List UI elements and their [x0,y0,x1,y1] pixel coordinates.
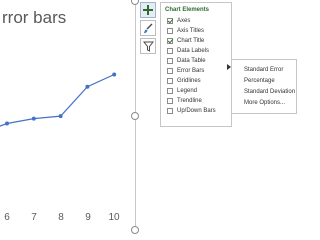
checkbox-data-table[interactable] [167,57,173,64]
filter-icon [142,41,154,52]
resize-handle-middle-right[interactable] [131,112,139,120]
checkbox-axes[interactable] [167,17,173,24]
option-label: Data Table [177,57,206,64]
option-axes[interactable]: Axes [167,16,190,25]
checkbox-up-down-bars[interactable] [167,107,173,114]
option-gridlines[interactable]: Gridlines [167,76,201,85]
checkbox-data-labels[interactable] [167,47,173,54]
option-label: Axes [177,17,191,24]
option-label: Gridlines [177,77,201,84]
resize-handle-bottom-right[interactable] [131,226,139,234]
data-point-marker[interactable] [112,72,117,77]
checkbox-legend[interactable] [167,87,173,94]
option-label: Error Bars [177,67,205,74]
x-tick-label: 9 [85,212,91,223]
option-error-bars[interactable]: Error Bars [167,66,204,75]
x-tick-label: 7 [31,212,37,223]
x-tick-label: 6 [4,212,10,223]
submenu-item-more-options[interactable]: More Options... [244,100,285,106]
series-line [0,73,115,127]
option-label: Axis Titles [177,27,205,34]
option-axis-titles[interactable]: Axis Titles [167,26,204,35]
submenu-item-standard-error[interactable]: Standard Error [244,67,283,73]
submenu-item-percentage[interactable]: Percentage [244,78,275,84]
chart-elements-panel: Chart Elements Axes Axis Titles Chart Ti… [160,2,232,127]
x-tick-label: 8 [58,212,64,223]
data-point-marker[interactable] [31,116,36,121]
paintbrush-icon [143,23,152,33]
resize-handle-top-right[interactable] [131,0,139,5]
checkbox-axis-titles[interactable] [167,27,173,34]
option-label: Data Labels [177,47,210,54]
chart-styles-button[interactable] [140,20,156,36]
option-label: Up/Down Bars [177,107,216,114]
checkbox-error-bars[interactable] [167,67,173,74]
option-trendline[interactable]: Trendline [167,96,202,105]
line-chart-plot [0,72,117,127]
submenu-item-standard-deviation[interactable]: Standard Deviation [244,89,295,95]
option-data-labels[interactable]: Data Labels [167,46,209,55]
checkbox-chart-title[interactable] [167,37,173,44]
x-tick-label: 10 [108,212,120,223]
checkbox-gridlines[interactable] [167,77,173,84]
checkbox-trendline[interactable] [167,97,173,104]
option-up-down-bars[interactable]: Up/Down Bars [167,106,216,115]
chart-area[interactable]: rror bars 6 7 8 9 10 [0,0,136,232]
option-legend[interactable]: Legend [167,86,197,95]
option-chart-title[interactable]: Chart Title [167,36,204,45]
chart-filters-button[interactable] [140,38,156,54]
option-label: Trendline [177,97,202,104]
data-point-marker[interactable] [85,84,90,89]
data-point-marker[interactable] [58,114,63,119]
option-label: Legend [177,87,198,94]
plus-icon [143,5,153,15]
error-bars-submenu: Standard Error Percentage Standard Devia… [231,59,297,114]
option-data-table[interactable]: Data Table [167,56,206,65]
panel-title: Chart Elements [165,7,210,13]
chart-elements-button[interactable] [140,2,156,18]
option-label: Chart Title [177,37,205,44]
data-point-marker[interactable] [5,121,9,126]
